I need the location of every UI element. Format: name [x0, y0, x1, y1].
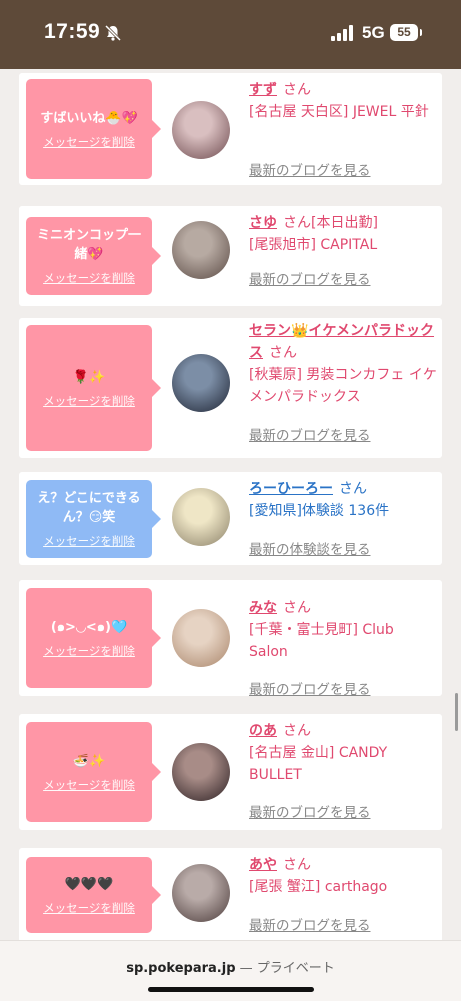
message-text: 🌹✨ [72, 369, 106, 385]
delete-message-link[interactable]: メッセージを削除 [43, 533, 135, 549]
avatar[interactable] [172, 864, 230, 922]
name-line: セラン👑イケメンパラドックス さん [249, 320, 437, 364]
profile-info: セラン👑イケメンパラドックス さん [秋葉原] 男装コンカフェ イケメンパラドックス [249, 320, 437, 408]
name-line: ろーひーろー さん [249, 478, 437, 500]
message-bubble: (๑>◡<๑)🩵 メッセージを削除 [26, 588, 161, 688]
avatar[interactable] [172, 101, 230, 159]
shop-label: [千葉・富士見町] Club Salon [249, 622, 394, 660]
message-bubble: 🖤🖤🖤 メッセージを削除 [26, 857, 161, 933]
profile-info: のあ さん [名古屋 金山] CANDY BULLET [249, 720, 437, 786]
favorite-card: 🌹✨ メッセージを削除 セラン👑イケメンパラドックス さん [秋葉原] 男装コンカフェ … [19, 318, 442, 458]
honorific-label: さん [283, 82, 311, 98]
profile-info: すず さん [名古屋 天白区] JEWEL 平針 [249, 79, 437, 123]
profile-name-link[interactable]: さゆ [249, 215, 277, 231]
favorite-card: 🍜✨ メッセージを削除 のあ さん [名古屋 金山] CANDY BULLET 最新のブロ… [19, 714, 442, 830]
profile-name-link[interactable]: あや [249, 857, 277, 873]
delete-message-link[interactable]: メッセージを削除 [43, 134, 135, 150]
shop-label: [尾張旭市] CAPITAL [249, 237, 378, 253]
delete-message-link[interactable]: メッセージを削除 [43, 393, 135, 409]
message-text: 🖤🖤🖤 [64, 876, 114, 892]
latest-blog-link[interactable]: 最新のブログを見る [249, 159, 371, 179]
browser-address-bar[interactable]: sp.pokepara.jp — プライベート [0, 940, 461, 1001]
latest-blog-link[interactable]: 最新の体験談を見る [249, 538, 371, 558]
message-text: ミニオンコップ一緒💖 [36, 228, 141, 262]
favorite-card: (๑>◡<๑)🩵 メッセージを削除 みな さん [千葉・富士見町] Club Salon… [19, 580, 442, 698]
profile-info: みな さん [千葉・富士見町] Club Salon [249, 597, 437, 663]
message-bubble: 🍜✨ メッセージを削除 [26, 722, 161, 822]
avatar[interactable] [172, 221, 230, 279]
delete-message-link[interactable]: メッセージを削除 [43, 643, 135, 659]
battery-icon: 55 [390, 24, 422, 41]
home-indicator[interactable] [148, 987, 314, 992]
status-bar: 17:59 5G 55 [0, 0, 461, 69]
latest-blog-link[interactable]: 最新のブログを見る [249, 268, 371, 288]
message-bubble: すばいいね🐣💖 メッセージを削除 [26, 79, 161, 179]
latest-blog-link[interactable]: 最新のブログを見る [249, 801, 371, 821]
name-line: さゆ さん[本日出勤] [249, 212, 437, 234]
honorific-label: さん [283, 723, 311, 739]
message-text: え？どこにできるん？😏笑 [37, 491, 141, 525]
delete-message-link[interactable]: メッセージを削除 [43, 270, 135, 286]
message-text: (๑>◡<๑)🩵 [50, 619, 128, 635]
avatar[interactable] [172, 354, 230, 412]
latest-blog-link[interactable]: 最新のブログを見る [249, 678, 371, 698]
honorific-label: さん [283, 600, 311, 616]
favorites-list: すばいいね🐣💖 メッセージを削除 すず さん [名古屋 天白区] JEWEL 平針 最新の… [0, 69, 461, 940]
favorite-card: すばいいね🐣💖 メッセージを削除 すず さん [名古屋 天白区] JEWEL 平針最新の… [19, 73, 442, 185]
profile-name-link[interactable]: ろーひーろー [249, 481, 333, 497]
delete-message-link[interactable]: メッセージを削除 [43, 900, 135, 916]
message-bubble: え？どこにできるん？😏笑メッセージを削除 [26, 480, 161, 558]
name-line: あや さん [249, 854, 437, 876]
profile-info: ろーひーろー さん [愛知県]体験談 136件 [249, 478, 437, 522]
url-display[interactable]: sp.pokepara.jp — プライベート [0, 957, 461, 976]
avatar[interactable] [172, 609, 230, 667]
shop-label: [秋葉原] 男装コンカフェ イケメンパラドックス [249, 367, 437, 405]
name-line: すず さん [249, 79, 437, 101]
honorific-label: さん[本日出勤] [283, 215, 378, 231]
latest-blog-link[interactable]: 最新のブログを見る [249, 424, 371, 444]
honorific-label: さん [269, 345, 297, 361]
favorite-card: 🖤🖤🖤 メッセージを削除 あや さん [尾張 蟹江] carthago 最新のブログを見る [19, 848, 442, 940]
message-text: すばいいね🐣💖 [40, 110, 138, 126]
shop-label: [名古屋 天白区] JEWEL 平針 [249, 104, 429, 120]
name-line: みな さん [249, 597, 437, 619]
profile-name-link[interactable]: みな [249, 600, 277, 616]
message-bubble: 🌹✨ メッセージを削除 [26, 325, 161, 451]
clock: 17:59 [44, 20, 101, 43]
favorite-card: ミニオンコップ一緒💖 メッセージを削除 さゆ さん[本日出勤] [尾張旭市] CAPIT… [19, 206, 442, 306]
network-type: 5G [362, 23, 385, 42]
avatar[interactable] [172, 488, 230, 546]
bell-muted-icon [104, 24, 122, 42]
message-text: 🍜✨ [72, 753, 106, 769]
latest-blog-link[interactable]: 最新のブログを見る [249, 914, 371, 934]
cellular-signal-icon [331, 25, 355, 41]
favorite-card: え？どこにできるん？😏笑メッセージを削除 ろーひーろー さん [愛知県]体験談 136… [19, 472, 442, 565]
avatar[interactable] [172, 743, 230, 801]
profile-info: あや さん [尾張 蟹江] carthago [249, 854, 437, 898]
name-line: のあ さん [249, 720, 437, 742]
shop-label: [名古屋 金山] CANDY BULLET [249, 745, 388, 783]
shop-label: [尾張 蟹江] carthago [249, 879, 388, 895]
profile-name-link[interactable]: すず [249, 82, 277, 98]
honorific-label: さん [339, 481, 367, 497]
delete-message-link[interactable]: メッセージを削除 [43, 777, 135, 793]
profile-info: さゆ さん[本日出勤] [尾張旭市] CAPITAL [249, 212, 437, 256]
honorific-label: さん [283, 857, 311, 873]
shop-label: [愛知県]体験談 136件 [249, 503, 390, 519]
message-bubble: ミニオンコップ一緒💖 メッセージを削除 [26, 217, 161, 295]
profile-name-link[interactable]: のあ [249, 723, 277, 739]
scrollbar[interactable] [455, 693, 458, 731]
